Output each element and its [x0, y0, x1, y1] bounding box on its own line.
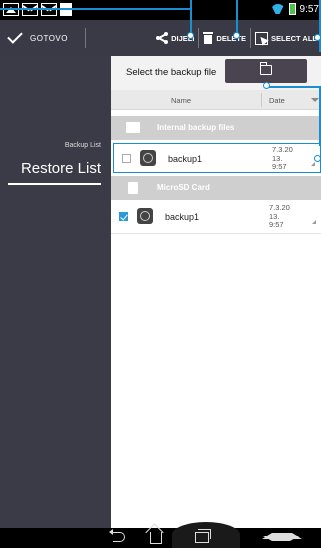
column-header: Name Date [111, 90, 321, 110]
main-panel: Select the backup file Name Date Interna… [111, 56, 321, 528]
backup-file-icon [140, 150, 156, 166]
status-bar: 9:57 [0, 0, 321, 20]
back-icon[interactable] [109, 529, 125, 542]
mail-icon [22, 3, 38, 16]
callout-line [266, 86, 320, 88]
row-checkbox[interactable] [122, 154, 131, 163]
action-bar: GOTOVO DIJELI DELETE SELECT ALL [0, 20, 321, 56]
list-item[interactable]: backup1 7.3.20 13. 9:57 [111, 202, 321, 232]
file-name: backup1 [168, 154, 203, 164]
callout-dot [314, 155, 321, 162]
more-icon[interactable] [311, 162, 315, 166]
group-label: MicroSD Card [157, 183, 210, 192]
status-time: 9:57 [299, 3, 319, 15]
check-icon [7, 28, 23, 44]
folder-icon [126, 122, 140, 133]
callout-dot [187, 32, 194, 39]
browse-folder-button[interactable] [225, 59, 307, 83]
sd-card-icon [128, 182, 138, 194]
group-header-internal: Internal backup files [111, 116, 321, 140]
select-backup-row: Select the backup file [111, 56, 321, 90]
selected-indicator [8, 183, 101, 185]
callout-line [190, 0, 192, 34]
divider [261, 93, 262, 107]
divider [111, 233, 321, 234]
sidebar-item-restore-list[interactable]: Restore List [21, 160, 101, 177]
sd-card-icon [60, 3, 72, 16]
file-date: 7.3.20 13. 9:57 [269, 203, 290, 229]
column-date[interactable]: Date [269, 96, 285, 105]
done-label: GOTOVO [30, 33, 68, 43]
sidebar: Backup List Restore List [0, 56, 111, 528]
select-all-icon [255, 31, 269, 45]
delete-label: DELETE [216, 33, 247, 43]
callout-dot [314, 34, 321, 41]
recent-apps-icon[interactable] [195, 529, 211, 543]
home-icon[interactable] [150, 532, 162, 544]
picture-icon [3, 3, 19, 16]
delete-button[interactable]: DELETE [199, 20, 250, 56]
backup-file-icon [137, 208, 153, 224]
callout-line [0, 8, 191, 10]
select-all-label: SELECT ALL [271, 33, 317, 43]
group-header-microsd: MicroSD Card [111, 176, 321, 200]
done-button[interactable]: GOTOVO [7, 20, 68, 56]
share-icon [156, 32, 169, 44]
trash-icon [203, 32, 214, 44]
navigation-bar [0, 522, 321, 548]
row-checkbox[interactable] [119, 212, 128, 221]
callout-line [319, 0, 321, 52]
select-all-button[interactable]: SELECT ALL [251, 20, 321, 56]
battery-icon [288, 3, 296, 15]
menu-icon[interactable] [262, 533, 302, 543]
callout-line [236, 0, 238, 34]
file-name: backup1 [165, 212, 200, 222]
column-name[interactable]: Name [171, 96, 191, 105]
file-date: 7.3.20 13. 9:57 [272, 145, 293, 171]
callout-dot [233, 32, 240, 39]
divider [85, 28, 86, 48]
mail-icon [41, 3, 57, 16]
callout-dot [263, 82, 270, 89]
wifi-icon [271, 4, 285, 14]
sidebar-item-backup-list[interactable]: Backup List [65, 142, 101, 149]
folder-icon [259, 62, 272, 75]
list-item[interactable]: backup1 7.3.20 13. 9:57 [113, 143, 321, 173]
sort-arrow-icon[interactable] [311, 98, 319, 102]
select-backup-label: Select the backup file [126, 67, 217, 78]
group-label: Internal backup files [157, 123, 235, 132]
callout-line [319, 86, 321, 146]
more-icon[interactable] [312, 220, 316, 224]
